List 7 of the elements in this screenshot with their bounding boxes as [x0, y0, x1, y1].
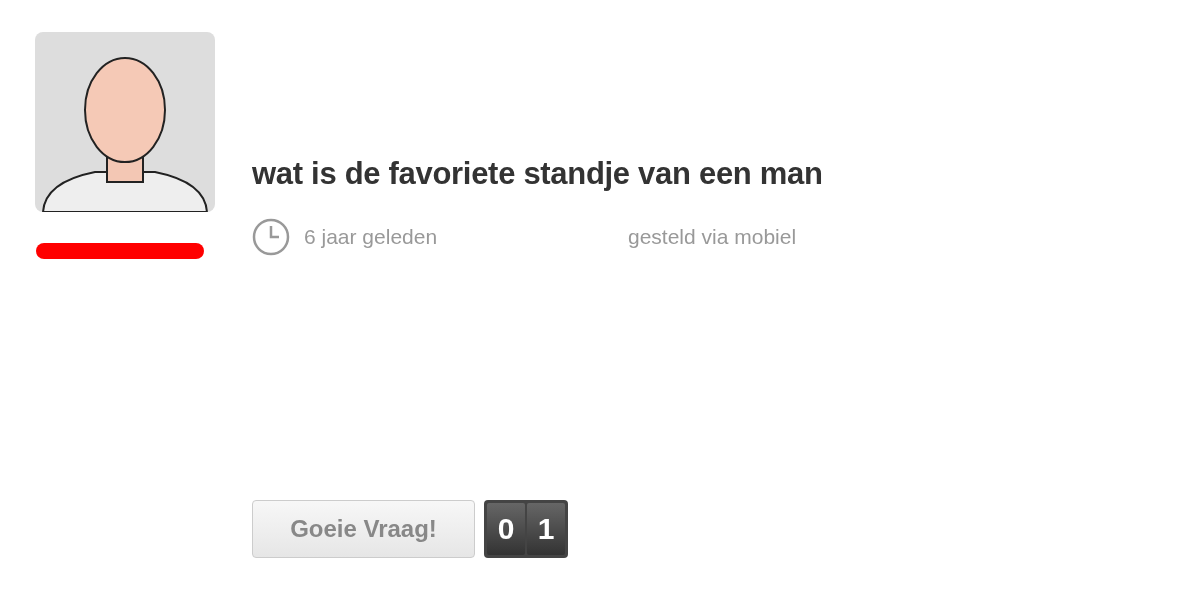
good-question-button[interactable]: Goeie Vraag!: [252, 500, 475, 558]
counter-digit: 0: [487, 503, 525, 555]
counter-digit: 1: [527, 503, 565, 555]
question-source: gesteld via mobiel: [628, 225, 797, 249]
question-time: 6 jaar geleden: [304, 225, 439, 249]
question-title: wat is de favoriete standje van een man: [252, 156, 824, 192]
clock-icon: [252, 218, 290, 256]
